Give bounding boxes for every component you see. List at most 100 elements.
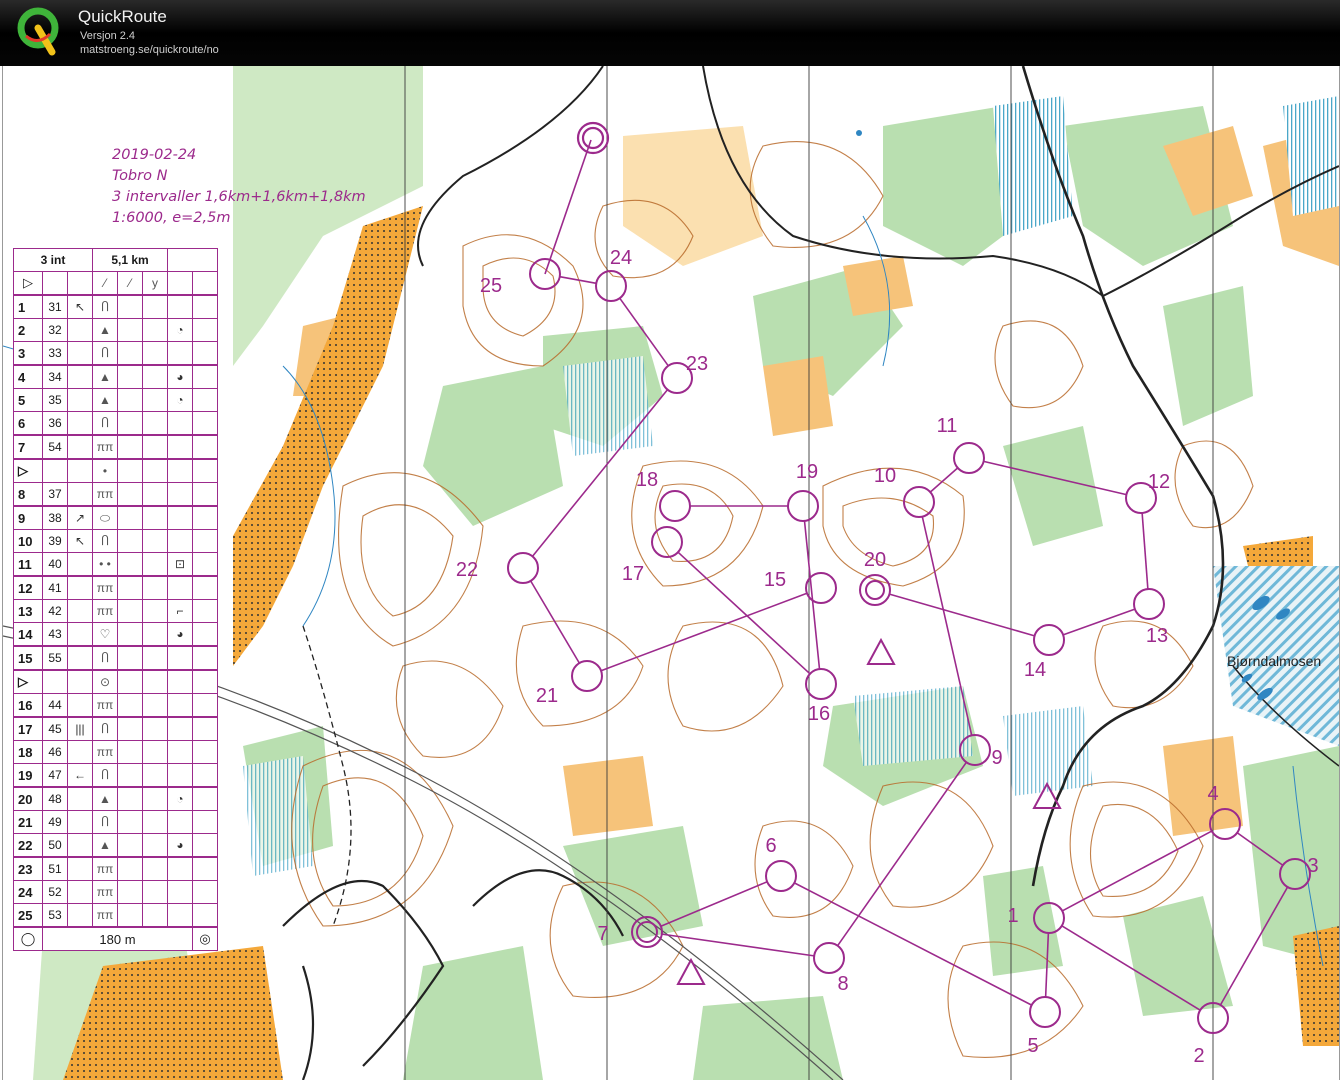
- control-col-e: [117, 833, 143, 858]
- control-feature: ππ: [92, 575, 118, 600]
- control-col-f: [142, 318, 168, 342]
- table-row: 25 53 ππ: [13, 903, 218, 928]
- event-date: 2019-02-24: [112, 147, 197, 163]
- control-number: 21: [13, 810, 43, 834]
- table-row: 18 46 ππ: [13, 740, 218, 764]
- control-code: [42, 458, 68, 483]
- control-col-f: [142, 575, 168, 600]
- table-row: 2 32 ▲ ◔: [13, 318, 218, 342]
- control-direction: ↖: [67, 529, 93, 553]
- control-number: 13: [13, 599, 43, 623]
- control-feature: ππ: [92, 599, 118, 623]
- control-label-1: 1: [1007, 905, 1018, 927]
- control-position: ◕: [167, 622, 193, 647]
- control-number: 10: [13, 529, 43, 553]
- table-row: 21 49 Ⴖ: [13, 810, 218, 834]
- control-position: [167, 411, 193, 436]
- control-label-17: 17: [622, 563, 644, 585]
- control-direction: [67, 903, 93, 928]
- table-row: 3 33 Ⴖ: [13, 341, 218, 366]
- control-col-f: [142, 669, 168, 694]
- control-col-h: [192, 716, 218, 741]
- control-col-e: [117, 388, 143, 412]
- control-col-e: [117, 318, 143, 342]
- control-code: 35: [42, 388, 68, 412]
- control-feature: Ⴖ: [92, 341, 118, 366]
- control-label-10: 10: [874, 465, 896, 487]
- control-col-h: [192, 482, 218, 507]
- table-row: 20 48 ▲ ◔: [13, 786, 218, 811]
- control-code: 50: [42, 833, 68, 858]
- control-col-f: [142, 434, 168, 460]
- control-position: ◔: [167, 786, 193, 811]
- control-code: 46: [42, 740, 68, 764]
- control-position: [167, 505, 193, 530]
- control-label-20: 20: [864, 549, 886, 571]
- control-col-h: [192, 529, 218, 553]
- control-col-f: [142, 810, 168, 834]
- control-feature: ππ: [92, 740, 118, 764]
- control-direction: [67, 622, 93, 647]
- control-feature: ππ: [92, 856, 118, 881]
- control-position: ⊡: [167, 552, 193, 577]
- control-label-4: 4: [1207, 783, 1218, 805]
- control-code: 48: [42, 786, 68, 811]
- control-label-24: 24: [610, 247, 632, 269]
- control-direction: ↖: [67, 294, 93, 319]
- control-code: [42, 669, 68, 694]
- control-feature: • •: [92, 552, 118, 577]
- control-position: [167, 575, 193, 600]
- control-code: 42: [42, 599, 68, 623]
- control-feature: ππ: [92, 482, 118, 507]
- control-col-f: [142, 856, 168, 881]
- table-row: 15 55 Ⴖ: [13, 645, 218, 671]
- control-position: [167, 341, 193, 366]
- control-position: [167, 294, 193, 319]
- control-direction: [67, 388, 93, 412]
- control-number: 7: [13, 434, 43, 460]
- control-col-f: [142, 364, 168, 389]
- control-col-e: [117, 458, 143, 483]
- control-code: 40: [42, 552, 68, 577]
- finish-right-icon: ◎: [192, 926, 218, 951]
- control-feature: Ⴖ: [92, 529, 118, 553]
- control-label-22: 22: [456, 559, 478, 581]
- control-col-e: [117, 552, 143, 577]
- control-label-16: 16: [808, 703, 830, 725]
- control-direction: ←: [67, 763, 93, 788]
- control-feature: ▲: [92, 786, 118, 811]
- control-code: 32: [42, 318, 68, 342]
- control-direction: [67, 599, 93, 623]
- control-description-table: 3 int 5,1 km ▷ ⁄ ⁄ y 1 31 ↖ Ⴖ 2 32 ▲ ◔ 3 33 Ⴖ 4 34 ▲ ◕…: [13, 248, 218, 951]
- control-position: [167, 856, 193, 881]
- control-position: [167, 482, 193, 507]
- control-code: 47: [42, 763, 68, 788]
- control-col-f: [142, 622, 168, 647]
- quickroute-logo-icon: [17, 7, 59, 56]
- control-position: [167, 763, 193, 788]
- control-code: 38: [42, 505, 68, 530]
- start-triangle-icon: ▷: [13, 271, 43, 296]
- control-number: 16: [13, 693, 43, 718]
- control-number: ▷: [13, 458, 43, 483]
- table-row: ▷ ⊙: [13, 669, 218, 694]
- slash-icon: ⁄: [117, 271, 143, 296]
- control-number: 19: [13, 763, 43, 788]
- control-col-h: [192, 575, 218, 600]
- table-row: 5 35 ▲ ◔: [13, 388, 218, 412]
- app-url[interactable]: matstroeng.se/quickroute/no: [80, 44, 219, 56]
- control-position: [167, 434, 193, 460]
- control-direction: ↗: [67, 505, 93, 530]
- table-row: 23 51 ππ: [13, 856, 218, 881]
- control-direction: [67, 364, 93, 389]
- control-feature: ▲: [92, 833, 118, 858]
- finish-distance: 180 m: [42, 926, 193, 951]
- control-col-h: [192, 294, 218, 319]
- control-col-h: [192, 810, 218, 834]
- control-position: [167, 716, 193, 741]
- control-col-e: [117, 505, 143, 530]
- control-label-7: 7: [597, 923, 608, 945]
- control-col-h: [192, 622, 218, 647]
- control-col-h: [192, 856, 218, 881]
- control-direction: [67, 575, 93, 600]
